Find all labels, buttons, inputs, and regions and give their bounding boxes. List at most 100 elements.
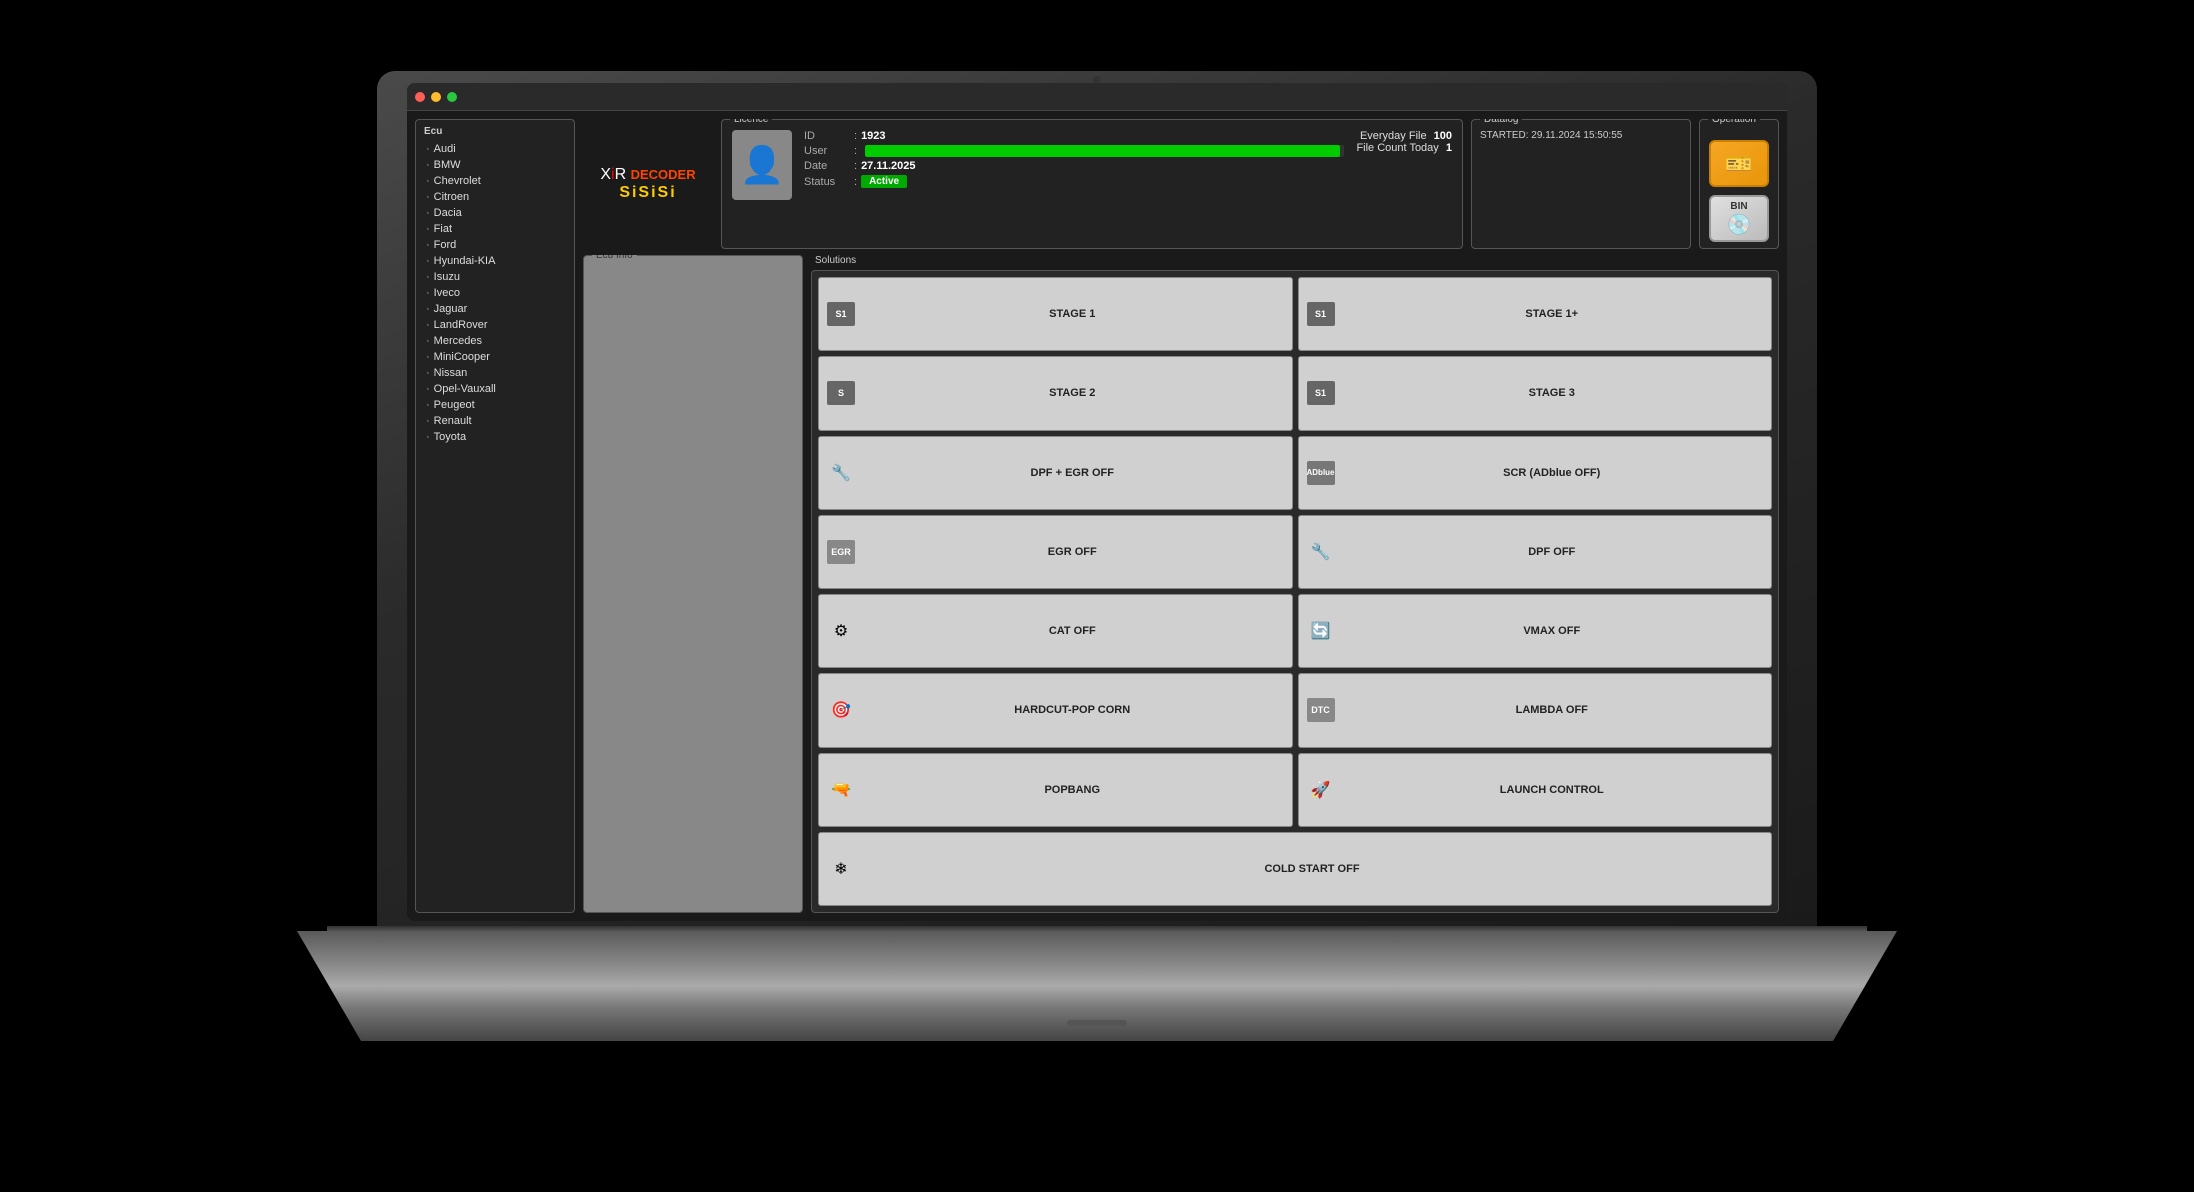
ecu-list: Audi BMW Chevrolet Citroen Dacia Fiat Fo… (420, 141, 570, 445)
lambda-label: LAMBDA OFF (1341, 704, 1764, 716)
minimize-btn[interactable] (431, 92, 441, 102)
avatar: 👤 (732, 130, 792, 200)
ecu-item-peugeot[interactable]: Peugeot (420, 397, 570, 413)
bin-label: BIN 💿 (1727, 201, 1752, 237)
stage1plus-icon: S1 (1307, 302, 1335, 326)
ecu-item-chevrolet[interactable]: Chevrolet (420, 173, 570, 189)
license-status-row: Status : Active (804, 175, 1344, 188)
maximize-btn[interactable] (447, 92, 457, 102)
laptop-screen: Ecu Audi BMW Chevrolet Citroen Dacia Fia… (377, 71, 1817, 941)
egr-icon: EGR (827, 540, 855, 564)
hardcut-button[interactable]: 🎯 HARDCUT-POP CORN (818, 673, 1293, 747)
progress-bar-fill (865, 145, 1340, 157)
ecu-item-nissan[interactable]: Nissan (420, 365, 570, 381)
license-user-label: User (804, 145, 854, 157)
popbang-label: POPBANG (861, 784, 1284, 796)
stage1-label: STAGE 1 (861, 308, 1284, 320)
ticket-icon: 🎫 (1725, 151, 1752, 177)
popbang-icon: 🔫 (827, 778, 855, 802)
logo-r: R (615, 166, 627, 183)
egr-button[interactable]: EGR EGR OFF (818, 515, 1293, 589)
main-layout: Ecu Audi BMW Chevrolet Citroen Dacia Fia… (407, 111, 1787, 921)
license-date-label: Date (804, 160, 854, 172)
license-content: 👤 ID : 1923 (732, 130, 1452, 200)
launch-label: LAUNCH CONTROL (1341, 784, 1764, 796)
dpf-egr-icon: 🔧 (827, 461, 855, 485)
scr-icon: ADblue (1307, 461, 1335, 485)
ecu-item-toyota[interactable]: Toyota (420, 429, 570, 445)
top-section: XiR DECODER SiSiSi Licence 👤 (583, 119, 1779, 249)
ecu-item-renault[interactable]: Renault (420, 413, 570, 429)
cat-button[interactable]: ⚙ CAT OFF (818, 594, 1293, 668)
stage1-button[interactable]: S1 STAGE 1 (818, 277, 1293, 351)
license-info: ID : 1923 User : (804, 130, 1344, 200)
ecu-item-citroen[interactable]: Citroen (420, 189, 570, 205)
stage2-icon: S (827, 381, 855, 405)
coldstart-button[interactable]: ❄ COLD START OFF (818, 832, 1772, 906)
stage2-label: STAGE 2 (861, 387, 1284, 399)
popbang-button[interactable]: 🔫 POPBANG (818, 753, 1293, 827)
license-status-label: Status (804, 176, 854, 188)
dpf-button[interactable]: 🔧 DPF OFF (1298, 515, 1773, 589)
logo-x: X (600, 166, 611, 183)
hardcut-icon: 🎯 (827, 698, 855, 722)
ecu-item-hyundai[interactable]: Hyundai-KIA (420, 253, 570, 269)
license-title: Licence (730, 119, 772, 125)
ecu-item-isuzu[interactable]: Isuzu (420, 269, 570, 285)
vmax-button[interactable]: 🔄 VMAX OFF (1298, 594, 1773, 668)
logo-decoder: DECODER (631, 167, 696, 182)
cat-icon: ⚙ (827, 619, 855, 643)
stage1-icon: S1 (827, 302, 855, 326)
stage3-button[interactable]: S1 STAGE 3 (1298, 356, 1773, 430)
avatar-icon: 👤 (740, 144, 785, 186)
solutions-label: Solutions (811, 255, 860, 266)
stage1plus-label: STAGE 1+ (1341, 308, 1764, 320)
scr-button[interactable]: ADblue SCR (ADblue OFF) (1298, 436, 1773, 510)
launch-icon: 🚀 (1307, 778, 1335, 802)
close-btn[interactable] (415, 92, 425, 102)
user-progress-bar (865, 145, 1344, 157)
ecu-panel-label: Ecu (420, 126, 570, 137)
everyday-file: Everyday File 100 (1356, 130, 1452, 142)
vmax-label: VMAX OFF (1341, 625, 1764, 637)
launch-button[interactable]: 🚀 LAUNCH CONTROL (1298, 753, 1773, 827)
ecu-item-minicooper[interactable]: MiniCooper (420, 349, 570, 365)
bin-button[interactable]: BIN 💿 (1709, 195, 1769, 242)
ecu-item-landrover[interactable]: LandRover (420, 317, 570, 333)
hardcut-label: HARDCUT-POP CORN (861, 704, 1284, 716)
logo-area: XiR DECODER SiSiSi (583, 119, 713, 249)
title-bar (407, 83, 1787, 111)
ecu-item-opel[interactable]: Opel-Vauxall (420, 381, 570, 397)
ecu-item-dacia[interactable]: Dacia (420, 205, 570, 221)
ecu-item-ford[interactable]: Ford (420, 237, 570, 253)
ecu-item-iveco[interactable]: Iveco (420, 285, 570, 301)
window-controls (415, 92, 457, 102)
ecu-item-mercedes[interactable]: Mercedes (420, 333, 570, 349)
stage3-icon: S1 (1307, 381, 1335, 405)
ecu-info-box: Ecu Info (583, 255, 803, 913)
vmax-icon: 🔄 (1307, 619, 1335, 643)
ecu-item-audi[interactable]: Audi (420, 141, 570, 157)
bin-icon: 💿 (1727, 212, 1752, 237)
coldstart-icon: ❄ (827, 857, 855, 881)
laptop-notch (1067, 1020, 1127, 1026)
operation-panel: Operation 🎫 BIN 💿 (1699, 119, 1779, 249)
license-date-value: 27.11.2025 (861, 160, 915, 172)
ecu-item-bmw[interactable]: BMW (420, 157, 570, 173)
laptop-base (297, 931, 1897, 1041)
stage1plus-button[interactable]: S1 STAGE 1+ (1298, 277, 1773, 351)
ecu-item-fiat[interactable]: Fiat (420, 221, 570, 237)
license-id-value: 1923 (861, 130, 885, 142)
dpf-egr-label: DPF + EGR OFF (861, 467, 1284, 479)
operation-title: Operation (1708, 119, 1760, 125)
content-area: XiR DECODER SiSiSi Licence 👤 (583, 119, 1779, 913)
lambda-button[interactable]: DTC LAMBDA OFF (1298, 673, 1773, 747)
license-id-row: ID : 1923 (804, 130, 1344, 142)
app-ui: Ecu Audi BMW Chevrolet Citroen Dacia Fia… (407, 83, 1787, 921)
logo-subtitle: SiSiSi (619, 184, 676, 202)
stage3-label: STAGE 3 (1341, 387, 1764, 399)
dpf-egr-button[interactable]: 🔧 DPF + EGR OFF (818, 436, 1293, 510)
stage2-button[interactable]: S STAGE 2 (818, 356, 1293, 430)
ticket-button[interactable]: 🎫 (1709, 140, 1769, 187)
ecu-item-jaguar[interactable]: Jaguar (420, 301, 570, 317)
